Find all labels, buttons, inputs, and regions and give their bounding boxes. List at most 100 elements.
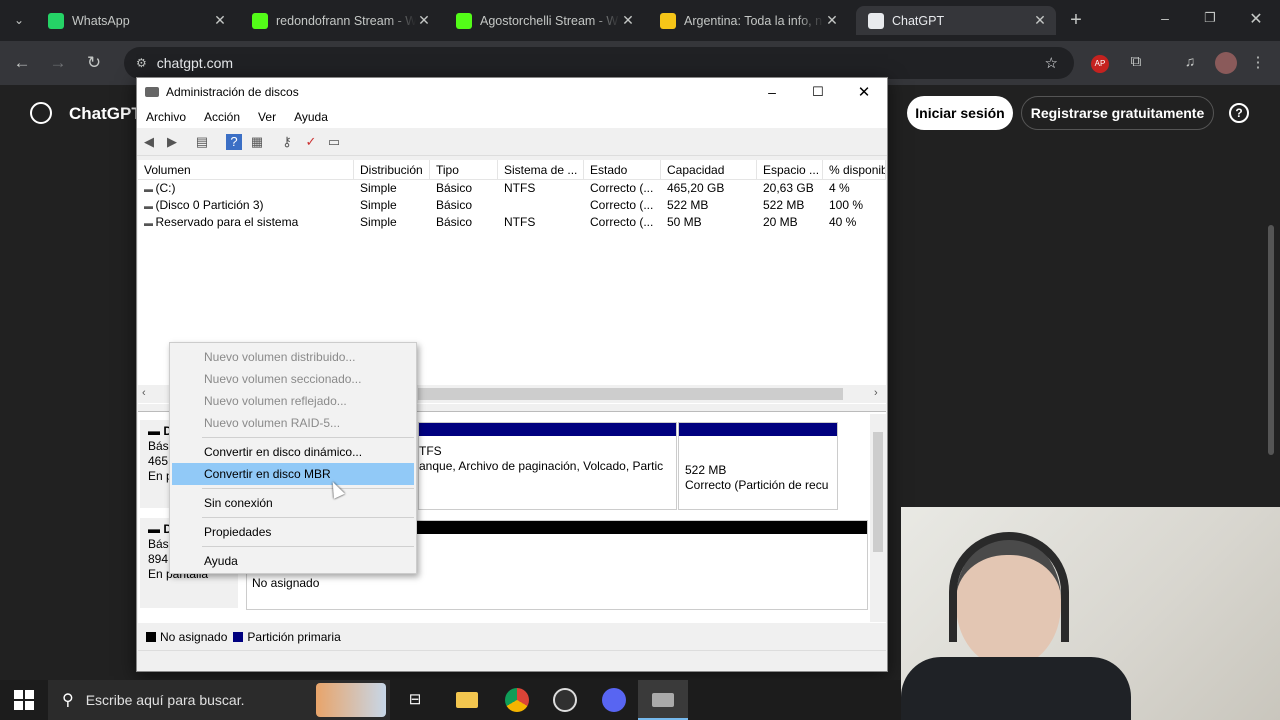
tab-search-button[interactable]: ⌄	[8, 9, 30, 31]
page-scrollbar[interactable]	[1268, 225, 1274, 455]
disk-icon: ▬	[148, 522, 164, 536]
extensions-puzzle-icon[interactable]: ⧉	[1126, 53, 1146, 73]
obs-icon[interactable]	[553, 688, 577, 712]
legend-primary-label: Partición primaria	[247, 630, 341, 644]
tab-close-icon[interactable]: ✕	[416, 12, 432, 29]
new-tab-button[interactable]: +	[1064, 8, 1088, 32]
browser-tab[interactable]: ChatGPT ✕	[856, 6, 1056, 35]
column-header[interactable]: Estado	[584, 160, 661, 180]
close-button[interactable]: ✕	[841, 83, 887, 101]
media-control-icon[interactable]: ♫	[1180, 53, 1200, 73]
column-header[interactable]: Tipo	[430, 160, 498, 180]
column-header[interactable]: Espacio ...	[757, 160, 823, 180]
person-shirt	[901, 657, 1131, 720]
browser-tab[interactable]: WhatsApp ✕	[36, 6, 236, 35]
browser-tab[interactable]: Agostorchelli Stream - W ✕	[444, 6, 644, 35]
context-menu: Nuevo volumen distribuido... Nuevo volume…	[169, 342, 417, 574]
back-button[interactable]: ←	[10, 51, 34, 75]
help-icon[interactable]: ?	[1229, 103, 1249, 123]
context-menu-item[interactable]: Ayuda	[170, 550, 416, 572]
key-icon[interactable]: ⚷	[279, 134, 295, 150]
chatgpt-icon	[868, 12, 884, 29]
table-cell: 20 MB	[763, 215, 798, 229]
menu-item[interactable]: Acción	[195, 110, 249, 124]
help-book-icon[interactable]: ?	[226, 134, 242, 150]
legend-primary-swatch	[233, 632, 244, 642]
table-cell: ▬ (Disco 0 Partición 3)	[138, 197, 354, 214]
column-header[interactable]: Sistema de ...	[498, 160, 584, 180]
menu-separator	[202, 437, 414, 438]
legend-unallocated-label: No asignado	[160, 630, 228, 644]
close-browser-button[interactable]: ✕	[1246, 9, 1266, 29]
context-menu-item[interactable]: Sin conexión	[170, 492, 416, 514]
context-menu-item[interactable]: Propiedades	[170, 521, 416, 543]
status-bar	[138, 650, 886, 672]
file-explorer-icon[interactable]	[456, 692, 478, 708]
reload-button[interactable]: ↻	[82, 51, 106, 75]
discord-icon[interactable]	[602, 688, 626, 712]
column-header[interactable]: % disponib	[823, 160, 886, 180]
volume-icon: ▬	[144, 201, 156, 211]
minimize-button[interactable]: –	[749, 84, 795, 100]
column-header[interactable]: Volumen	[138, 160, 354, 180]
scroll-right-icon[interactable]: ›	[874, 387, 878, 399]
url-text: chatgpt.com	[156, 55, 234, 71]
menu-item[interactable]: Ver	[249, 110, 285, 124]
column-header[interactable]: Capacidad	[661, 160, 757, 180]
extension-badge-icon[interactable]: AP	[1091, 55, 1109, 73]
disk-management-taskbar-icon[interactable]	[638, 680, 688, 720]
tab-close-icon[interactable]: ✕	[824, 12, 840, 29]
taskbar-search-box[interactable]: ⚲ Escribe aquí para buscar.	[48, 680, 390, 720]
tab-close-icon[interactable]: ✕	[1032, 12, 1048, 29]
tab-close-icon[interactable]: ✕	[620, 12, 636, 29]
scrollbar-thumb[interactable]	[873, 432, 883, 552]
browser-tab[interactable]: Argentina: Toda la info, n ✕	[648, 6, 848, 35]
signup-button[interactable]: Registrarse gratuitamente	[1021, 96, 1214, 130]
forward-arrow-icon[interactable]: ▶	[164, 134, 180, 150]
settings-panel-icon[interactable]: ▭	[326, 134, 342, 150]
partition-c[interactable]: TFS anque, Archivo de paginación, Volcad…	[418, 422, 677, 510]
chatgpt-logo-icon	[30, 102, 52, 124]
table-row[interactable]: ▬ (C:) Simple Básico NTFS Correcto (... 465,2…	[138, 180, 886, 197]
disk-icon: ▬	[148, 424, 164, 438]
profile-avatar[interactable]	[1215, 52, 1237, 74]
address-bar[interactable]: ⚙ chatgpt.com ☆	[124, 47, 1074, 79]
table-cell: 50 MB	[667, 215, 702, 229]
login-button[interactable]: Iniciar sesión	[907, 96, 1013, 130]
column-header[interactable]: Distribución	[354, 160, 430, 180]
scrollbar-thumb[interactable]	[418, 388, 843, 400]
chrome-icon[interactable]	[505, 688, 529, 712]
table-cell: Correcto (...	[590, 215, 654, 229]
properties-icon[interactable]: ▤	[194, 134, 210, 150]
check-icon[interactable]: ✓	[303, 134, 319, 150]
restore-browser-button[interactable]: ❐	[1200, 10, 1220, 26]
site-info-icon[interactable]: ⚙	[136, 56, 147, 70]
minimize-browser-button[interactable]: –	[1155, 10, 1175, 26]
list-view-icon[interactable]: ▦	[249, 134, 265, 150]
table-row[interactable]: ▬ (Disco 0 Partición 3) Simple Básico Corre…	[138, 197, 886, 214]
tab-title: Agostorchelli Stream - W	[480, 13, 619, 28]
table-cell: 20,63 GB	[763, 181, 814, 195]
back-arrow-icon[interactable]: ◀	[141, 134, 157, 150]
window-titlebar: Administración de discos – ☐ ✕	[137, 78, 887, 106]
context-menu-item[interactable]: Convertir en disco dinámico...	[170, 441, 416, 463]
tab-close-icon[interactable]: ✕	[212, 12, 228, 29]
forward-button[interactable]: →	[46, 51, 70, 75]
whatsapp-icon	[48, 12, 64, 29]
window-toolbar: ◀ ▶ ▤ ? ▦ ⚷ ✓ ▭	[137, 128, 887, 156]
task-view-icon[interactable]: ⊟	[405, 690, 425, 710]
bookmark-star-icon[interactable]: ☆	[1045, 54, 1058, 72]
table-row[interactable]: ▬ Reservado para el sistema Simple Básico N…	[138, 214, 886, 231]
windows-start-icon[interactable]	[14, 690, 34, 710]
vertical-scrollbar[interactable]	[870, 414, 886, 622]
menu-item[interactable]: Ayuda	[285, 110, 337, 124]
browser-menu-icon[interactable]: ⋮	[1250, 53, 1266, 73]
crown-icon	[660, 12, 676, 29]
scroll-left-icon[interactable]: ‹	[142, 387, 146, 399]
menu-item[interactable]: Archivo	[137, 110, 195, 124]
maximize-button[interactable]: ☐	[795, 84, 841, 100]
context-menu-item[interactable]: Convertir en disco MBR	[172, 463, 414, 485]
table-cell	[498, 197, 584, 214]
browser-tab[interactable]: redondofrann Stream - W ✕	[240, 6, 440, 35]
partition-3[interactable]: 522 MB Correcto (Partición de recu	[678, 422, 838, 510]
